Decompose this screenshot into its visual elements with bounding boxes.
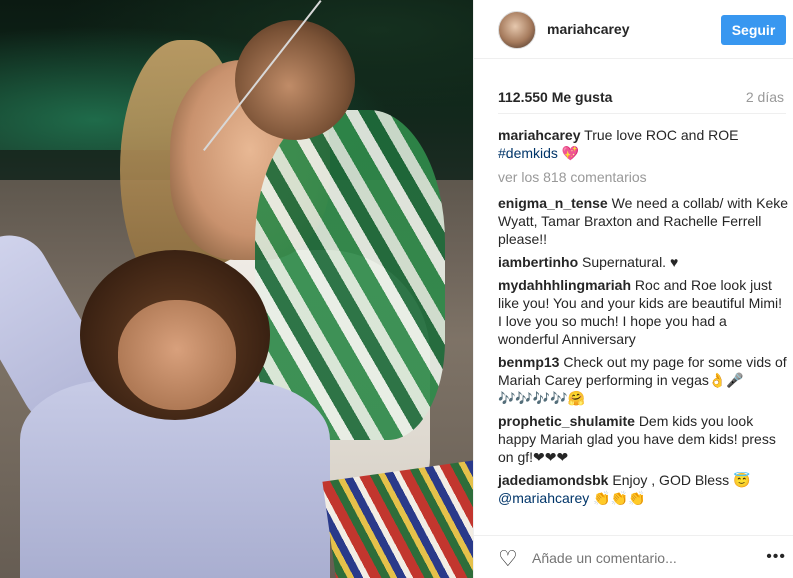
comment-username[interactable]: enigma_n_tense <box>498 195 608 211</box>
caption-hashtag[interactable]: #demkids <box>498 145 558 161</box>
view-all-comments-link[interactable]: ver los 818 comentarios <box>498 168 788 186</box>
photo-boy-face <box>118 300 236 410</box>
post-side-panel: mariahcarey Seguir 112.550 Me gusta 2 dí… <box>473 0 793 578</box>
caption-username[interactable]: mariahcarey <box>498 127 581 143</box>
comment-item: mydahhhlingmariah Roc and Roe look just … <box>498 276 788 348</box>
post-age[interactable]: 2 días <box>746 89 784 105</box>
comment-text: Supernatural. ♥ <box>582 254 679 270</box>
caption: mariahcarey True love ROC and ROE #demki… <box>498 126 788 162</box>
likes-count[interactable]: 112.550 Me gusta <box>498 89 612 105</box>
caption-emoji: 💖 <box>561 145 580 161</box>
comment-username[interactable]: prophetic_shulamite <box>498 413 635 429</box>
comment-username[interactable]: jadediamondsbk <box>498 472 608 488</box>
comment-username[interactable]: mydahhhlingmariah <box>498 277 631 293</box>
comment-item: benmp13 Check out my page for some vids … <box>498 353 788 407</box>
add-comment-input[interactable] <box>532 550 732 566</box>
header-username[interactable]: mariahcarey <box>547 21 630 37</box>
comment-text: Enjoy , GOD Bless 😇 <box>612 472 751 488</box>
comment-item: iambertinho Supernatural. ♥ <box>498 253 788 271</box>
comments-list: mariahcarey True love ROC and ROE #demki… <box>498 126 788 512</box>
photo-girl-head <box>235 20 355 140</box>
avatar[interactable] <box>498 11 536 49</box>
divider <box>498 113 786 114</box>
comment-username[interactable]: benmp13 <box>498 354 559 370</box>
follow-button[interactable]: Seguir <box>721 15 786 45</box>
more-options-icon[interactable]: ••• <box>766 548 786 566</box>
comment-item: enigma_n_tense We need a collab/ with Ke… <box>498 194 788 248</box>
comment-item: jadediamondsbk Enjoy , GOD Bless 😇 @mari… <box>498 471 788 507</box>
comment-emoji: 👏👏👏 <box>593 490 646 506</box>
comment-footer: ♡ ••• <box>474 535 793 578</box>
heart-outline-icon[interactable]: ♡ <box>498 548 522 570</box>
caption-text: True love ROC and ROE <box>584 127 739 143</box>
post-stats: 112.550 Me gusta 2 días <box>498 89 788 109</box>
comment-item: prophetic_shulamite Dem kids you look ha… <box>498 412 788 466</box>
post-header: mariahcarey Seguir <box>474 0 793 59</box>
comment-mention[interactable]: @mariahcarey <box>498 490 589 506</box>
comment-username[interactable]: iambertinho <box>498 254 578 270</box>
post-photo[interactable] <box>0 0 473 578</box>
